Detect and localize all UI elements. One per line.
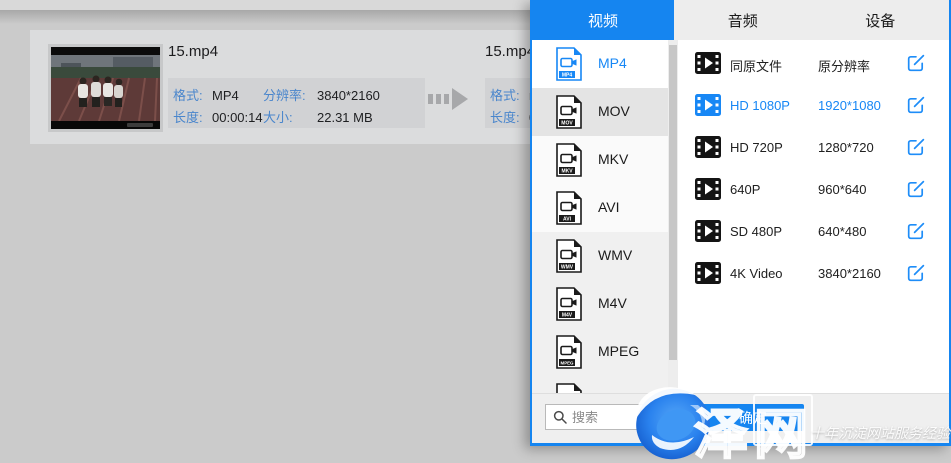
resolution-value: 3840*2160 [317, 85, 380, 107]
mkv-file-icon: MKV [555, 143, 583, 177]
format-search-box[interactable] [545, 404, 692, 430]
preset-name: SD 480P [730, 224, 782, 239]
format-item-label: MPEG [598, 343, 639, 359]
preset-name: 4K Video [730, 266, 783, 281]
popup-footer: 确定 [532, 393, 949, 443]
preset-name: 同原文件 [730, 56, 782, 75]
m4v-file-icon: M4V [555, 287, 583, 321]
filmstrip-icon [695, 94, 721, 116]
search-icon [553, 410, 567, 424]
source-metadata: 格式:MP4分辨率:3840*2160 长度:00:00:14大小:22.31 … [168, 78, 425, 128]
tab-audio[interactable]: 音频 [674, 0, 812, 40]
size-value: 22.31 MB [317, 107, 373, 128]
source-meta-row1: 格式:MP4分辨率:3840*2160 [173, 85, 425, 107]
svg-text:M4V: M4V [562, 312, 573, 318]
svg-text:MP4: MP4 [562, 72, 573, 78]
search-input[interactable] [572, 410, 672, 425]
preset-resolution: 1280*720 [818, 140, 874, 155]
preset-row-hd1080p[interactable]: HD 1080P 1920*1080 [678, 84, 949, 126]
resolution-label: 分辨率: [263, 85, 317, 107]
preset-resolution: 原分辨率 [818, 56, 870, 75]
format-item-wmv[interactable]: WMV WMV [532, 232, 668, 280]
format-list: MP4 MP4 MOV MOV [532, 40, 668, 393]
thumbnail-watermark [127, 123, 153, 127]
svg-text:WMV: WMV [561, 264, 574, 270]
format-label: 格式: [490, 85, 529, 107]
filmstrip-icon [695, 262, 721, 284]
preset-row-hd720p[interactable]: HD 720P 1280*720 [678, 126, 949, 168]
filmstrip-icon [695, 178, 721, 200]
svg-text:MKV: MKV [561, 168, 573, 174]
format-item-mkv[interactable]: MKV MKV [532, 136, 668, 184]
format-item-mpeg[interactable]: MPEG MPEG [532, 328, 668, 376]
preset-resolution: 1920*1080 [818, 98, 881, 113]
format-tabbar: 视频 音频 设备 [532, 0, 949, 40]
avi-file-icon: AVI [555, 191, 583, 225]
format-item-partial[interactable] [532, 376, 668, 393]
edit-preset-icon[interactable] [906, 263, 926, 283]
format-label: 格式: [173, 85, 212, 107]
duration-label: 长度: [490, 107, 529, 128]
svg-text:MPEG: MPEG [561, 360, 575, 365]
filmstrip-icon [695, 220, 721, 242]
tab-device[interactable]: 设备 [812, 0, 950, 40]
format-item-m4v[interactable]: M4V M4V [532, 280, 668, 328]
svg-text:MOV: MOV [561, 120, 573, 126]
edit-preset-icon[interactable] [906, 221, 926, 241]
duration-value: 00:00:14 [212, 107, 263, 128]
format-value: MP4 [212, 85, 263, 107]
size-label: 大小: [263, 107, 317, 128]
format-item-avi[interactable]: AVI AVI [532, 184, 668, 232]
preset-resolution: 3840*2160 [818, 266, 881, 281]
format-item-label: MP4 [598, 55, 627, 71]
edit-preset-icon[interactable] [906, 137, 926, 157]
source-file-title: 15.mp4 [168, 43, 218, 60]
thumbnail-image [51, 47, 160, 129]
format-list-scrollbar[interactable] [668, 40, 678, 393]
preset-row-original[interactable]: 同原文件 原分辨率 [678, 42, 949, 84]
duration-label: 长度: [173, 107, 212, 128]
mpeg-file-icon: MPEG [555, 335, 583, 369]
filmstrip-icon [695, 52, 721, 74]
format-item-mp4[interactable]: MP4 MP4 [532, 40, 668, 88]
filmstrip-icon [695, 136, 721, 158]
confirm-button[interactable]: 确定 [702, 404, 804, 431]
format-item-label: MKV [598, 151, 628, 167]
preset-name: HD 720P [730, 140, 783, 155]
preset-list: 同原文件 原分辨率 HD 1080P 1920*1080 [678, 40, 949, 393]
format-item-mov[interactable]: MOV MOV [532, 88, 668, 136]
file-icon [555, 383, 583, 393]
preset-row-640p[interactable]: 640P 960*640 [678, 168, 949, 210]
preset-resolution: 960*640 [818, 182, 866, 197]
preset-resolution: 640*480 [818, 224, 866, 239]
format-item-label: MOV [598, 103, 630, 119]
tab-video[interactable]: 视频 [532, 0, 674, 40]
edit-preset-icon[interactable] [906, 179, 926, 199]
output-file-title: 15.mp4 [485, 43, 535, 60]
edit-preset-icon[interactable] [906, 53, 926, 73]
mov-file-icon: MOV [555, 95, 583, 129]
preset-name: HD 1080P [730, 98, 790, 113]
popup-body: MP4 MP4 MOV MOV [532, 40, 949, 393]
format-item-label: WMV [598, 247, 632, 263]
mp4-file-icon: MP4 [555, 47, 583, 81]
preset-row-4k[interactable]: 4K Video 3840*2160 [678, 252, 949, 294]
format-picker-popup: 视频 音频 设备 MP4 MP4 [530, 0, 951, 446]
convert-arrow-icon [428, 88, 478, 110]
wmv-file-icon: WMV [555, 239, 583, 273]
source-meta-row2: 长度:00:00:14大小:22.31 MB [173, 107, 425, 128]
preset-name: 640P [730, 182, 760, 197]
edit-preset-icon[interactable] [906, 95, 926, 115]
svg-text:AVI: AVI [563, 216, 572, 222]
format-item-label: AVI [598, 199, 620, 215]
scrollbar-thumb[interactable] [669, 45, 677, 360]
video-thumbnail [48, 44, 163, 132]
preset-row-sd480p[interactable]: SD 480P 640*480 [678, 210, 949, 252]
format-item-label: M4V [598, 295, 627, 311]
